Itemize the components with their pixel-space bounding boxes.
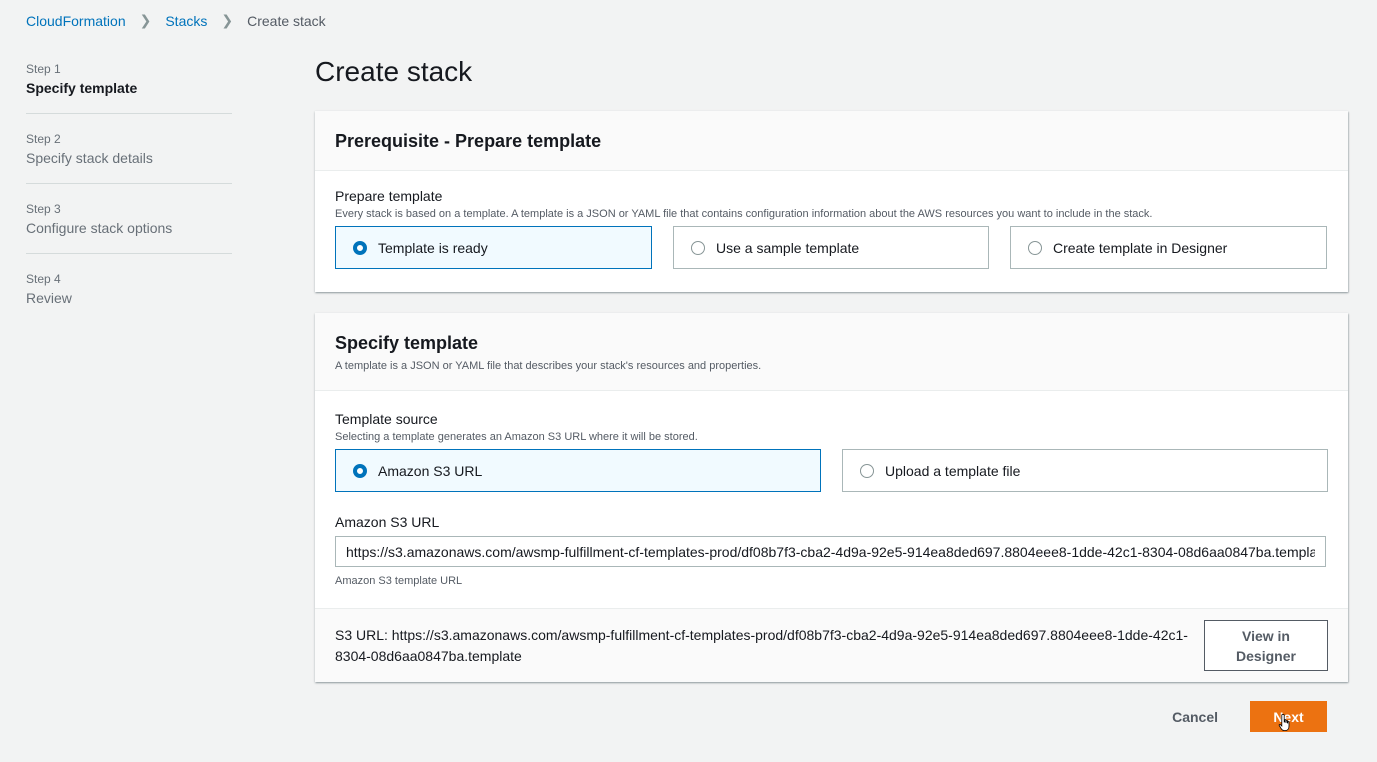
tile-label: Use a sample template	[716, 239, 860, 256]
tile-label: Upload a template file	[885, 462, 1021, 479]
view-in-designer-button[interactable]: View in Designer	[1204, 620, 1328, 671]
tile-sample-template[interactable]: Use a sample template	[673, 226, 989, 269]
step-number: Step 4	[26, 272, 61, 286]
panel-header: Prerequisite - Prepare template	[315, 111, 1348, 171]
field-label: Template source	[335, 411, 438, 427]
next-button[interactable]: Next	[1250, 701, 1327, 732]
field-label: Amazon S3 URL	[335, 514, 440, 530]
template-source-tiles: Amazon S3 URL Upload a template file	[335, 449, 1328, 492]
template-source-field: Template source Selecting a template gen…	[315, 391, 1348, 492]
tile-label: Create template in Designer	[1053, 239, 1228, 256]
step-3: Step 3 Configure stack options	[26, 200, 232, 254]
step-1: Step 1 Specify template	[26, 60, 232, 114]
prepare-template-tiles: Template is ready Use a sample template …	[335, 226, 1328, 269]
s3-url-input[interactable]	[335, 536, 1326, 567]
wizard-steps: Step 1 Specify template Step 2 Specify s…	[26, 60, 232, 339]
s3-url-text: S3 URL: https://s3.amazonaws.com/awsmp-f…	[335, 626, 1188, 664]
step-name: Configure stack options	[26, 220, 173, 236]
chevron-right-icon: ❯	[221, 12, 234, 28]
step-name: Review	[26, 290, 72, 306]
step-4: Step 4 Review	[26, 270, 232, 323]
radio-icon[interactable]	[860, 463, 874, 478]
step-number: Step 2	[26, 132, 61, 146]
tile-template-ready[interactable]: Template is ready	[335, 226, 652, 269]
field-label: Prepare template	[335, 188, 443, 204]
hand-pointer-icon	[1278, 714, 1290, 731]
tile-upload-template[interactable]: Upload a template file	[842, 449, 1328, 492]
panel-header: Specify template A template is a JSON or…	[315, 313, 1348, 391]
prerequisite-panel: Prerequisite - Prepare template Prepare …	[315, 111, 1348, 292]
panel-title: Specify template	[335, 333, 479, 353]
field-description: Selecting a template generates an Amazon…	[335, 431, 698, 443]
specify-template-panel: Specify template A template is a JSON or…	[315, 313, 1348, 682]
tile-label: Amazon S3 URL	[378, 462, 483, 479]
cancel-button[interactable]: Cancel	[1170, 709, 1220, 725]
radio-icon[interactable]	[1028, 240, 1042, 255]
step-2: Step 2 Specify stack details	[26, 130, 232, 184]
breadcrumb-stacks[interactable]: Stacks	[165, 13, 207, 29]
step-name: Specify stack details	[26, 150, 153, 166]
step-number: Step 1	[26, 62, 61, 76]
prepare-template-field: Prepare template Every stack is based on…	[315, 171, 1348, 269]
breadcrumb: CloudFormation ❯ Stacks ❯ Create stack	[26, 12, 326, 29]
panel-title: Prerequisite - Prepare template	[335, 131, 602, 151]
step-name: Specify template	[26, 80, 138, 96]
breadcrumb-cloudformation[interactable]: CloudFormation	[26, 13, 126, 29]
field-description: Every stack is based on a template. A te…	[335, 208, 1153, 220]
tile-designer-template[interactable]: Create template in Designer	[1010, 226, 1327, 269]
radio-selected-icon[interactable]	[353, 240, 367, 255]
wizard-actions: Cancel Next	[1170, 701, 1327, 732]
tile-amazon-s3-url[interactable]: Amazon S3 URL	[335, 449, 821, 492]
s3-url-field: Amazon S3 URL Amazon S3 template URL	[315, 492, 1348, 587]
step-number: Step 3	[26, 202, 61, 216]
radio-selected-icon[interactable]	[353, 463, 367, 478]
breadcrumb-current: Create stack	[247, 12, 326, 29]
chevron-right-icon: ❯	[139, 12, 152, 28]
page-title: Create stack	[315, 56, 473, 87]
radio-icon[interactable]	[691, 240, 705, 255]
input-hint: Amazon S3 template URL	[335, 575, 463, 587]
tile-label: Template is ready	[378, 239, 488, 256]
s3-url-footer: S3 URL: https://s3.amazonaws.com/awsmp-f…	[315, 608, 1348, 682]
panel-description: A template is a JSON or YAML file that d…	[335, 360, 762, 372]
